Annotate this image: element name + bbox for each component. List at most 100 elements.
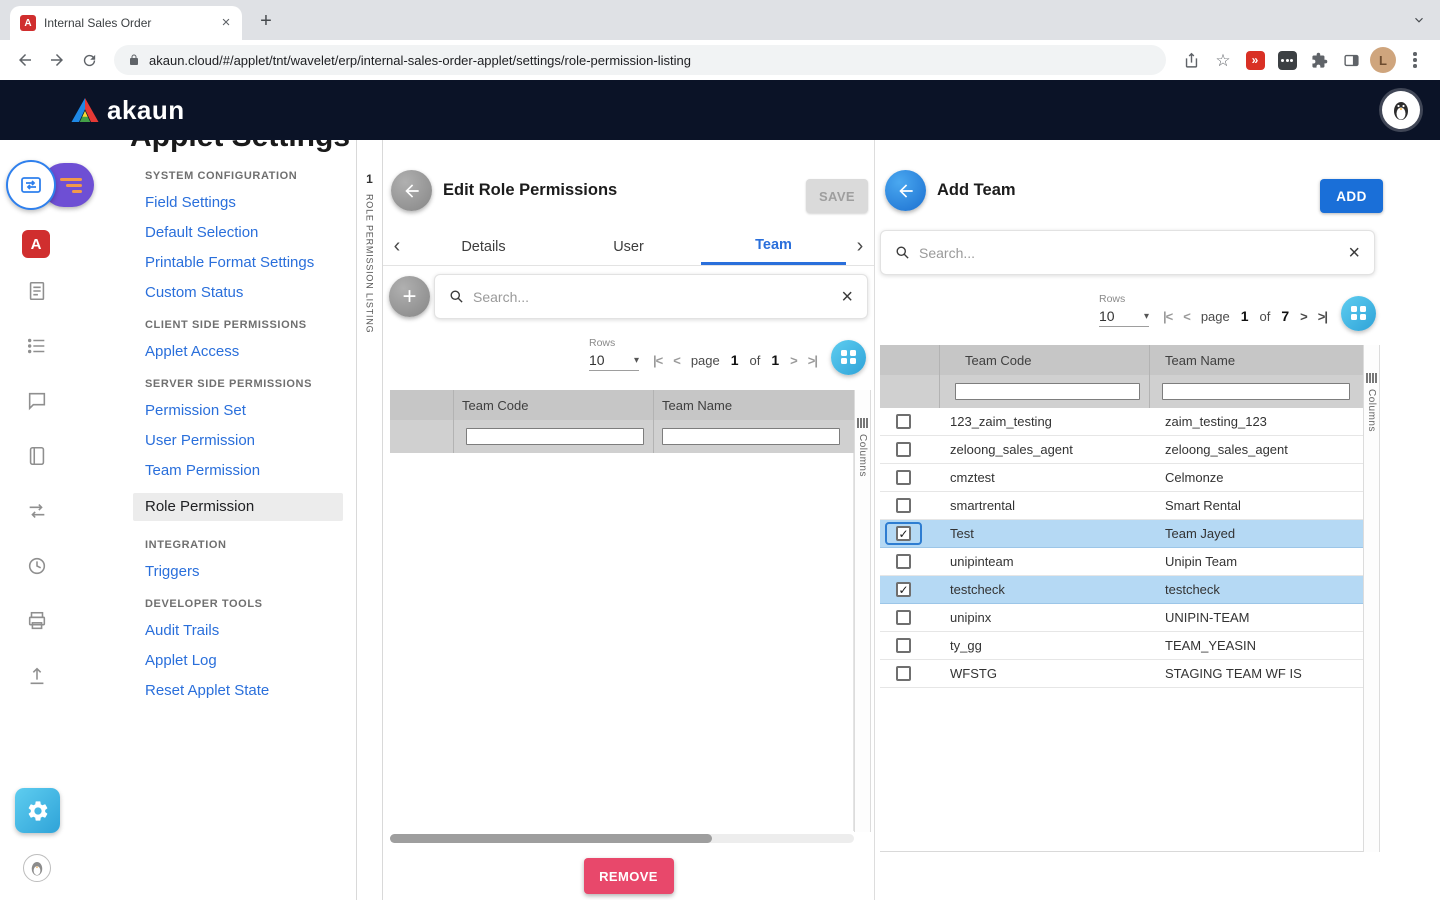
prev-page-button[interactable]: < [1183,309,1190,324]
chat-icon[interactable] [24,388,50,414]
save-button[interactable]: SAVE [806,179,868,213]
penguin-help-button[interactable] [23,854,51,882]
team-code-filter-input[interactable] [466,428,644,445]
team-row-checkbox[interactable] [896,610,911,625]
last-page-button[interactable]: >| [808,353,817,368]
team-name-filter-input[interactable] [1162,383,1350,400]
side-panel-icon[interactable] [1336,45,1366,75]
rows-per-page-select[interactable]: Rows 10▾ [589,337,639,371]
sidebar-item-applet-access[interactable]: Applet Access [145,344,356,360]
first-page-button[interactable]: |< [653,353,662,368]
next-page-button[interactable]: > [790,353,797,368]
new-tab-button[interactable]: + [252,7,280,35]
book-icon[interactable] [24,443,50,469]
sidebar-item-custom-status[interactable]: Custom Status [145,285,356,301]
settings-gear-button[interactable] [15,788,60,833]
next-page-button[interactable]: > [1300,309,1307,324]
team-row[interactable]: ty_ggTEAM_YEASIN [880,632,1363,660]
add-columns-strip[interactable]: Columns [1363,345,1380,852]
sidebar-item-printable-format-settings[interactable]: Printable Format Settings [145,255,356,271]
rows-per-page-select[interactable]: Rows 10▾ [1099,293,1149,327]
sidebar-item-role-permission[interactable]: Role Permission [133,493,343,521]
hscroll-thumb[interactable] [390,834,712,843]
back-icon[interactable] [10,45,40,75]
sidebar-item-applet-log[interactable]: Applet Log [145,653,356,669]
team-row[interactable]: cmztestCelmonze [880,464,1363,492]
edit-panel-back-button[interactable] [391,170,432,211]
team-row[interactable]: smartrentalSmart Rental [880,492,1363,520]
team-row[interactable]: zeloong_sales_agentzeloong_sales_agent [880,436,1363,464]
tabs-scroll-right-icon[interactable]: › [846,228,874,265]
tab-search-chevron-icon[interactable] [1412,13,1426,27]
team-row-checkbox[interactable] [896,666,911,681]
team-row[interactable]: TestTeam Jayed [880,520,1363,548]
team-row-checkbox[interactable] [896,442,911,457]
browser-menu-kebab-icon[interactable] [1400,45,1430,75]
pdf-app-icon[interactable]: A [22,230,50,258]
bookmark-star-icon[interactable]: ☆ [1208,45,1238,75]
forward-icon[interactable] [42,45,72,75]
sidebar-item-team-permission[interactable]: Team Permission [145,463,356,479]
clear-search-icon[interactable]: × [841,287,853,307]
extension-red-icon[interactable]: » [1240,45,1270,75]
team-row-checkbox[interactable] [896,470,911,485]
sidebar-item-permission-set[interactable]: Permission Set [145,403,356,419]
list-icon[interactable] [24,333,50,359]
share-icon[interactable] [1176,45,1206,75]
team-row-checkbox[interactable] [896,638,911,653]
quick-transfer-button[interactable] [6,160,56,210]
akaun-logo[interactable]: akaun [70,95,185,126]
grid-view-button[interactable] [831,340,866,375]
add-search-input[interactable] [919,245,1339,261]
upload-icon[interactable] [24,663,50,689]
team-name-filter-input[interactable] [662,428,840,445]
tab-details[interactable]: Details [411,228,556,265]
team-row-checkbox[interactable] [896,582,911,597]
last-page-button[interactable]: >| [1318,309,1327,324]
tabs-scroll-left-icon[interactable]: ‹ [383,228,411,265]
printer-icon[interactable] [24,608,50,634]
user-avatar-penguin[interactable] [1382,91,1420,129]
first-page-button[interactable]: |< [1163,309,1172,324]
team-code-cell: unipinteam [940,548,1150,575]
edit-columns-strip[interactable]: Columns [854,390,871,832]
team-row[interactable]: unipinteamUnipin Team [880,548,1363,576]
team-row[interactable]: WFSTGSTAGING TEAM WF IS [880,660,1363,688]
extensions-puzzle-icon[interactable] [1304,45,1334,75]
sidebar-item-field-settings[interactable]: Field Settings [145,195,356,211]
team-row[interactable]: testchecktestcheck [880,576,1363,604]
sidebar-item-reset-applet-state[interactable]: Reset Applet State [145,683,356,699]
team-row-checkbox[interactable] [896,414,911,429]
sidebar-item-user-permission[interactable]: User Permission [145,433,356,449]
transfer-arrows-icon[interactable] [24,498,50,524]
role-permission-listing-vtab[interactable]: 1 ROLE PERMISSION LISTING [357,140,383,900]
remove-button[interactable]: REMOVE [584,858,674,894]
url-bar[interactable]: akaun.cloud/#/applet/tnt/wavelet/erp/int… [114,45,1166,75]
team-row-checkbox[interactable] [896,526,911,541]
team-row-checkbox[interactable] [896,554,911,569]
sidebar-item-audit-trails[interactable]: Audit Trails [145,623,356,639]
team-row[interactable]: 123_zaim_testingzaim_testing_123 [880,408,1363,436]
clear-search-icon[interactable]: × [1348,243,1360,263]
tab-user[interactable]: User [556,228,701,265]
sidebar-item-triggers[interactable]: Triggers [145,564,356,580]
sidebar-item-default-selection[interactable]: Default Selection [145,225,356,241]
team-row[interactable]: unipinxUNIPIN-TEAM [880,604,1363,632]
team-code-filter-input[interactable] [955,383,1140,400]
extension-dark-icon[interactable] [1272,45,1302,75]
add-panel-back-button[interactable] [885,170,926,211]
prev-page-button[interactable]: < [673,353,680,368]
grid-view-button[interactable] [1341,296,1376,331]
browser-tab[interactable]: A Internal Sales Order × [10,6,242,40]
horizontal-scrollbar[interactable] [390,834,854,843]
history-clock-icon[interactable] [24,553,50,579]
add-row-plus-button[interactable]: + [389,276,430,317]
reload-icon[interactable] [74,45,104,75]
tab-close-icon[interactable]: × [218,15,234,31]
tab-team[interactable]: Team [701,228,846,265]
add-button[interactable]: ADD [1320,179,1383,213]
profile-avatar[interactable]: L [1368,45,1398,75]
team-row-checkbox[interactable] [896,498,911,513]
edit-search-input[interactable] [473,289,832,305]
receipt-icon[interactable] [24,278,50,304]
